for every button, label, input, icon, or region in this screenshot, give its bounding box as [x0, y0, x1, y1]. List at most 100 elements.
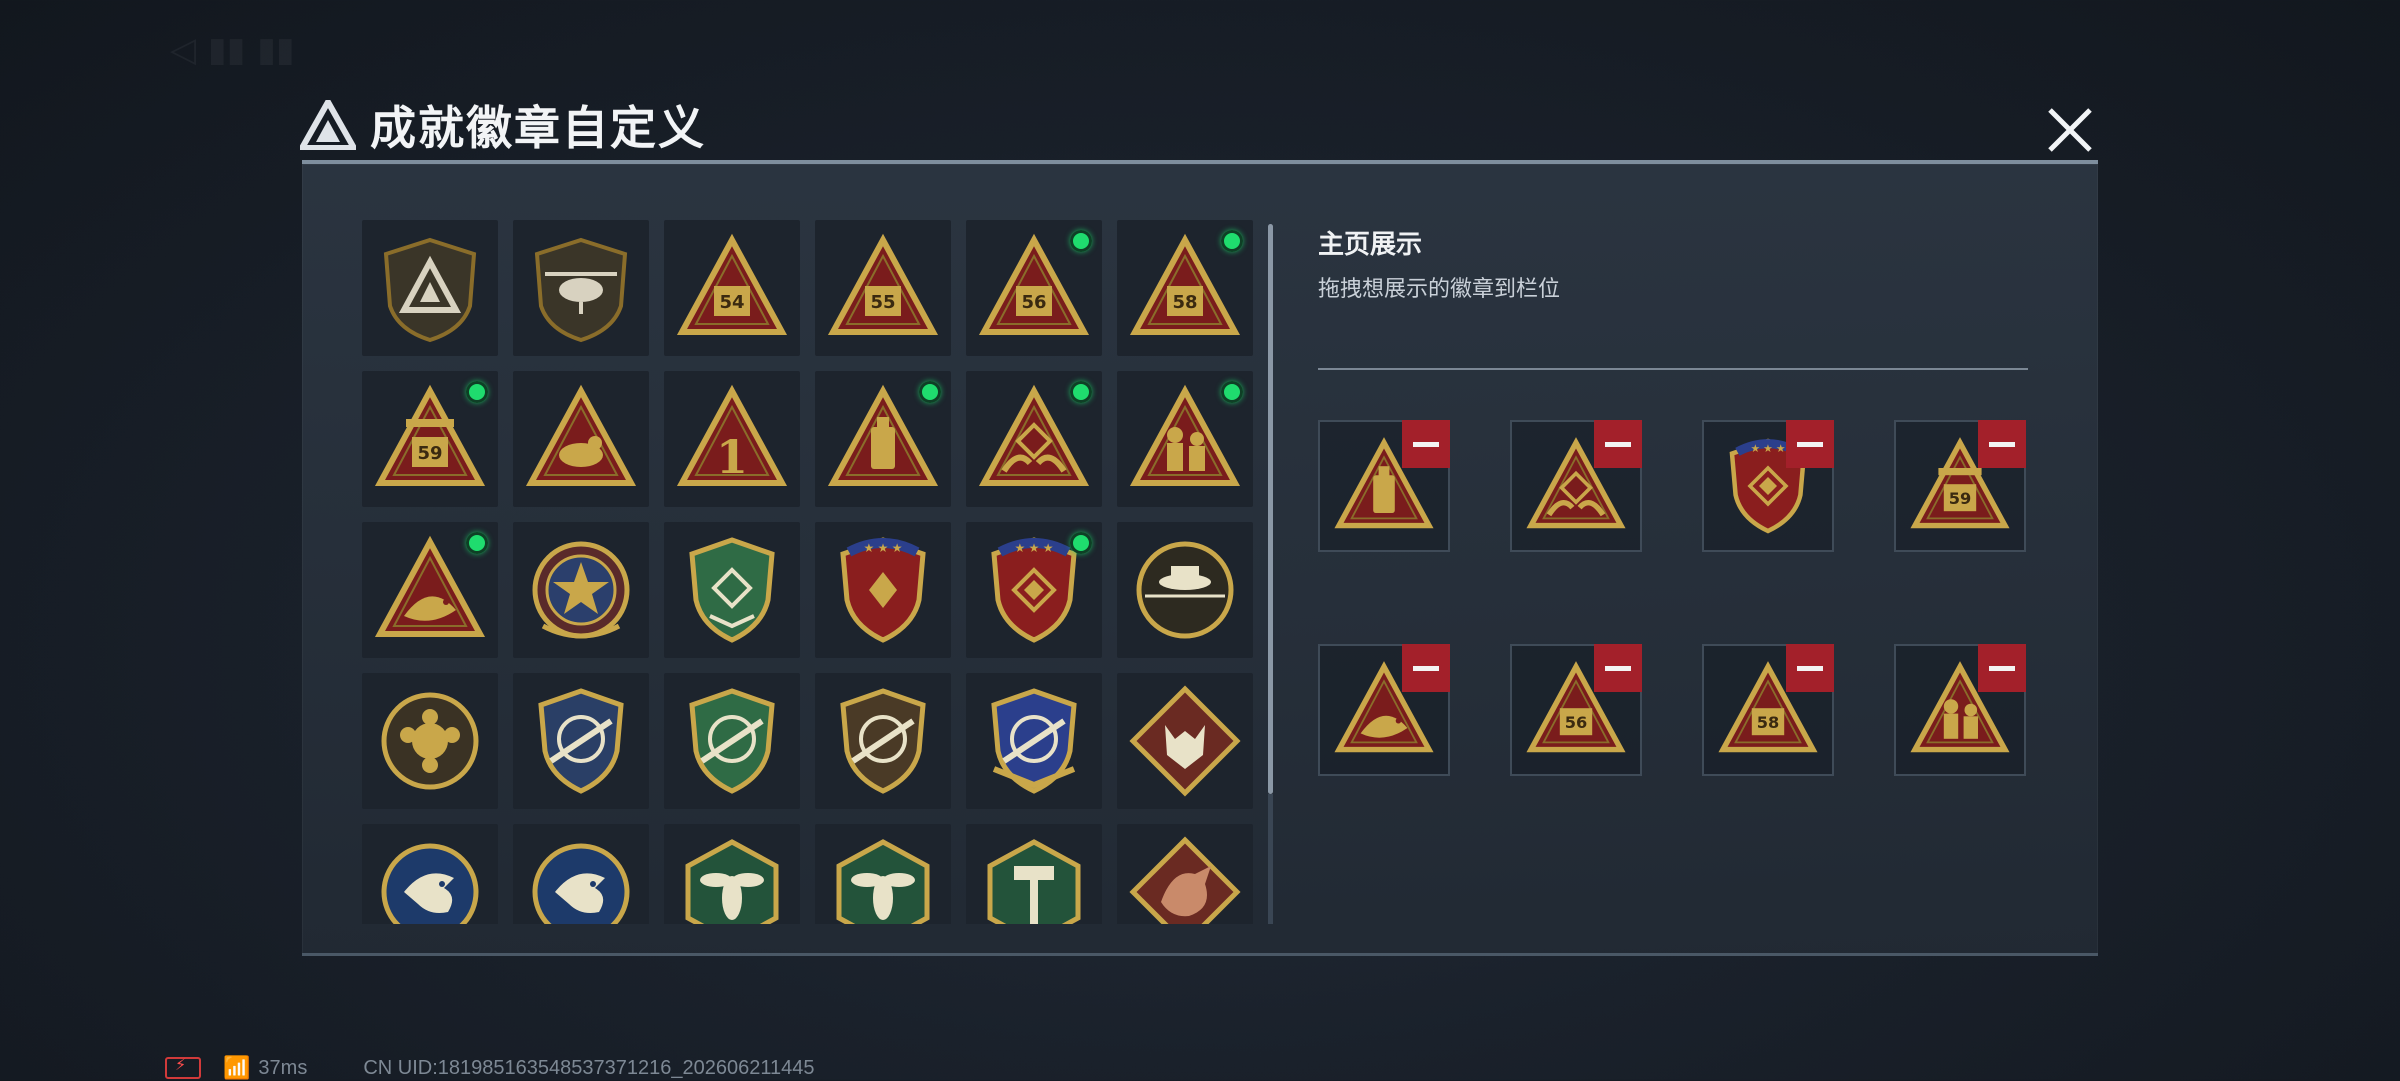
svg-text:★ ★ ★: ★ ★ ★ [1015, 541, 1054, 555]
wasp-hex-badge-icon [685, 839, 779, 924]
svg-text:★ ★ ★: ★ ★ ★ [1751, 443, 1786, 455]
title-bar: 成就徽章自定义 [300, 90, 706, 160]
svg-text:54: 54 [719, 292, 744, 313]
svg-text:★ ★ ★: ★ ★ ★ [864, 541, 903, 555]
badge-cell[interactable] [513, 371, 649, 507]
status-bar: 📶 37ms CN UID:1819851635485373712​16_202… [165, 1055, 815, 1080]
badge-cell[interactable]: ★ ★ ★ [966, 522, 1102, 658]
brown-crosshair-badge-icon [840, 688, 926, 794]
badge-cell[interactable]: ★ ★ ★ [815, 522, 951, 658]
triangle-bird-badge-icon [525, 384, 637, 486]
badge-cell[interactable] [815, 824, 951, 924]
uid-text: CN UID:1819851635485373712​16_2026062114… [363, 1056, 815, 1079]
badge-cell[interactable] [966, 371, 1102, 507]
badge-customize-panel: 54 55 56 58 59 1 ★ ★ ★ ★ ★ ★ 主页展示 拖拽想展示的徽… [302, 160, 2098, 956]
showcase-slot[interactable] [1318, 420, 1450, 552]
badge-cell[interactable]: 58 [1117, 220, 1253, 356]
badge-cell[interactable]: 54 [664, 220, 800, 356]
badge-cell[interactable]: 1 [664, 371, 800, 507]
badge-grid[interactable]: 54 55 56 58 59 1 ★ ★ ★ ★ ★ ★ [362, 220, 1262, 924]
showcase-title: 主页展示 [1318, 230, 1423, 260]
badge-cell[interactable] [362, 220, 498, 356]
remove-badge-button[interactable] [1978, 644, 2026, 692]
svg-text:55: 55 [870, 292, 895, 313]
badge-cell[interactable] [1117, 522, 1253, 658]
showcase-slot[interactable]: 58 [1702, 644, 1834, 776]
showcase-slot[interactable] [1318, 644, 1450, 776]
showcase-subtitle: 拖拽想展示的徽章到栏位 [1318, 277, 1561, 302]
new-indicator-dot [1070, 532, 1092, 554]
new-indicator-dot [1221, 381, 1243, 403]
remove-badge-button[interactable] [1402, 420, 1450, 468]
remove-badge-button[interactable] [1594, 420, 1642, 468]
showcase-slot[interactable]: ★ ★ ★ [1702, 420, 1834, 552]
badge-cell[interactable]: 59 [362, 371, 498, 507]
remove-badge-button[interactable] [1978, 420, 2026, 468]
svg-text:59: 59 [417, 443, 442, 464]
red-shield-stars-badge-icon: ★ ★ ★ [840, 537, 926, 643]
svg-text:58: 58 [1172, 292, 1197, 313]
green-shield-badge-icon [689, 537, 775, 643]
green-crosshair-badge-icon [689, 688, 775, 794]
badge-cell[interactable] [664, 824, 800, 924]
svg-text:59: 59 [1949, 489, 1972, 508]
badge-cell[interactable] [513, 824, 649, 924]
remove-badge-button[interactable] [1786, 644, 1834, 692]
remove-badge-button[interactable] [1402, 644, 1450, 692]
delta-logo-icon [300, 100, 356, 150]
showcase-slot[interactable]: 59 [1894, 420, 2026, 552]
badge-cell[interactable] [513, 522, 649, 658]
showcase-slot[interactable] [1894, 644, 2026, 776]
round-emblem-badge-icon [381, 692, 479, 790]
badge-grid-scrollbar[interactable] [1268, 224, 1273, 794]
showcase-slot[interactable] [1510, 420, 1642, 552]
page-title: 成就徽章自定义 [370, 101, 706, 155]
svg-text:56: 56 [1021, 292, 1046, 313]
badge-cell[interactable]: 56 [966, 220, 1102, 356]
triangle-55-badge-icon: 55 [827, 233, 939, 335]
badge-cell[interactable] [1117, 673, 1253, 809]
panel-divider [1268, 794, 1273, 924]
badge-cell[interactable]: 55 [815, 220, 951, 356]
badge-cell[interactable] [815, 371, 951, 507]
wifi-icon: 📶 [223, 1055, 251, 1080]
blue-crosshair-badge-icon [538, 688, 624, 794]
new-indicator-dot [1070, 230, 1092, 252]
svg-text:58: 58 [1757, 713, 1780, 732]
triangle-54-badge-icon: 54 [676, 233, 788, 335]
badge-cell[interactable] [362, 824, 498, 924]
triangle-1-badge-icon: 1 [676, 384, 788, 486]
wolf-diamond-badge-icon [1129, 685, 1241, 797]
ping-text: 37ms [258, 1056, 308, 1079]
badge-cell[interactable] [815, 673, 951, 809]
badge-cell[interactable] [664, 522, 800, 658]
remove-badge-button[interactable] [1594, 644, 1642, 692]
svg-text:56: 56 [1565, 713, 1588, 732]
showcase-slot[interactable]: 56 [1510, 644, 1642, 776]
badge-cell[interactable] [1117, 824, 1253, 924]
badge-cell[interactable] [513, 220, 649, 356]
remove-badge-button[interactable] [1786, 420, 1834, 468]
gold-blue-crosshair-badge-icon [991, 688, 1077, 794]
new-indicator-dot [466, 532, 488, 554]
badge-cell[interactable] [362, 673, 498, 809]
close-button[interactable] [2040, 100, 2100, 160]
battery-charging-icon [165, 1055, 201, 1079]
badge-cell[interactable] [362, 522, 498, 658]
badge-cell[interactable] [1117, 371, 1253, 507]
shield-logo-badge-icon [383, 237, 477, 343]
hammer-hex-badge-icon [987, 839, 1081, 924]
wasp-hex-2-badge-icon [836, 839, 930, 924]
close-icon [2048, 108, 2092, 152]
showcase-divider [1318, 368, 2028, 370]
svg-text:1: 1 [716, 430, 748, 484]
badge-cell[interactable] [966, 673, 1102, 809]
homepage-showcase: 主页展示 拖拽想展示的徽章到栏位 ★ ★ ★ 59 56 58 [1318, 224, 2038, 776]
badge-cell[interactable] [664, 673, 800, 809]
star-crest-badge-icon [532, 541, 630, 639]
badge-cell[interactable] [513, 673, 649, 809]
helicopter-badge-icon [534, 237, 628, 343]
badge-cell[interactable] [966, 824, 1102, 924]
round-hat-badge-icon [1136, 541, 1234, 639]
eagle-round-2-badge-icon [532, 843, 630, 924]
